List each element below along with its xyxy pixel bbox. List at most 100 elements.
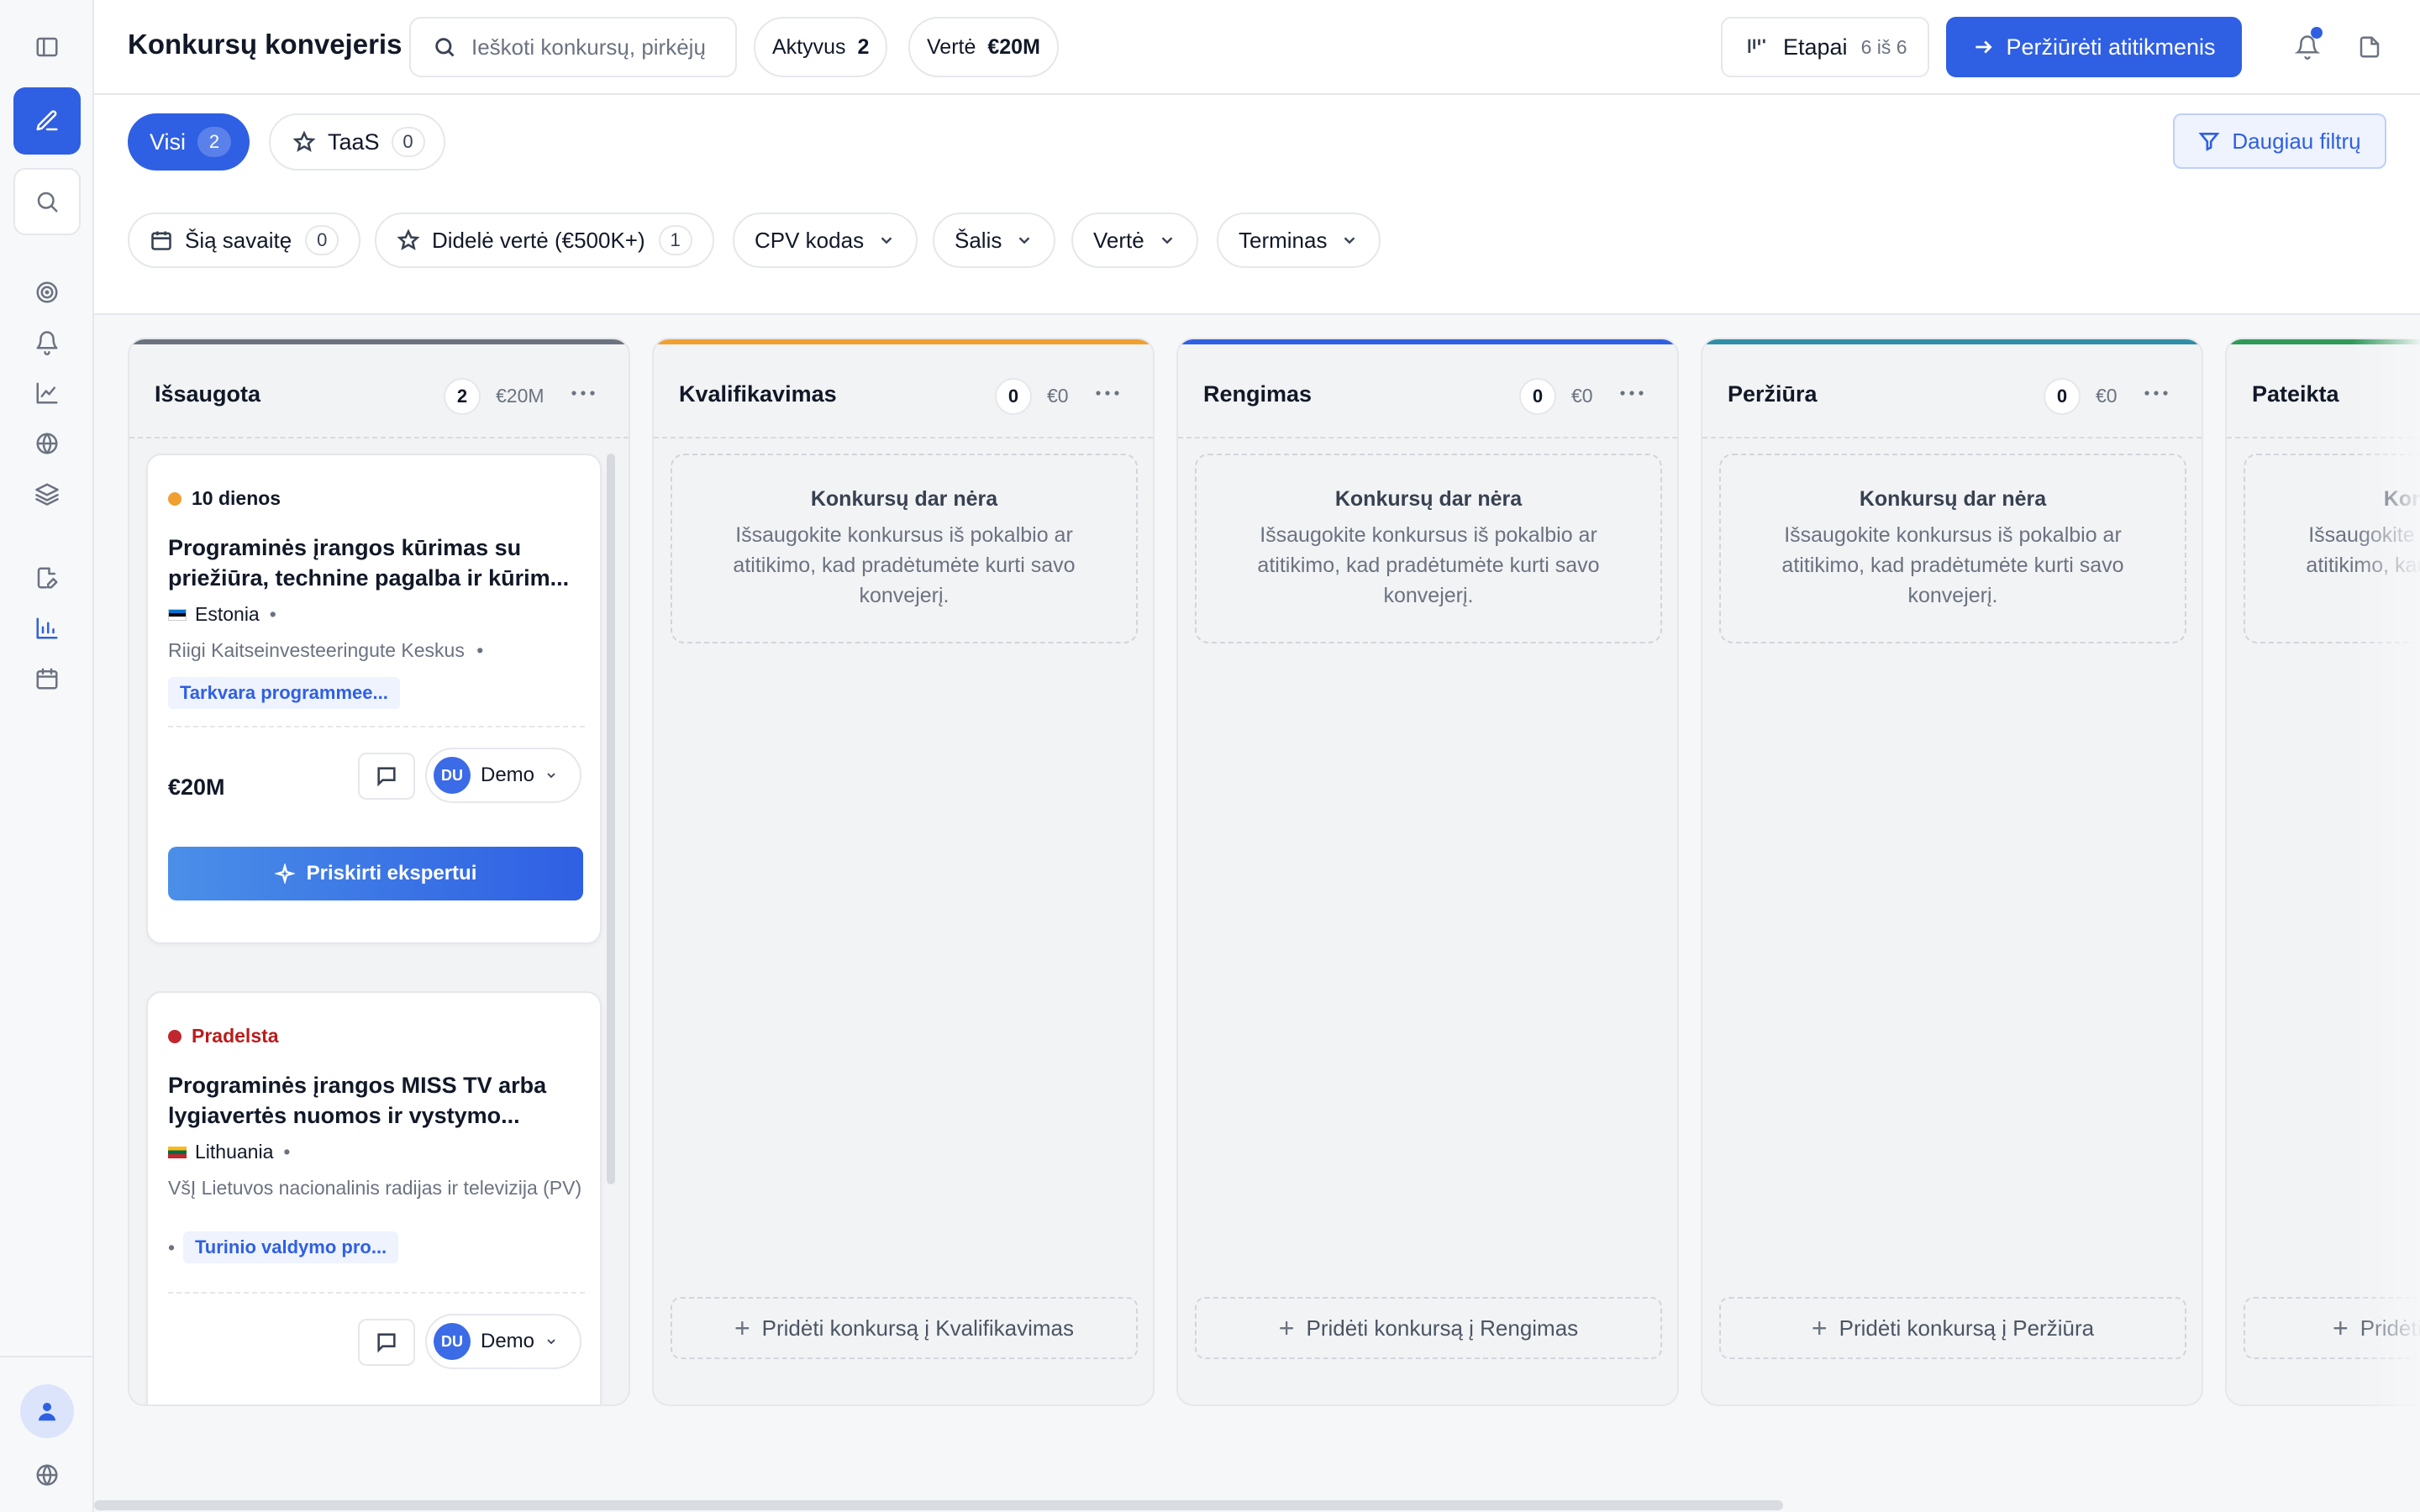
add-tender-button[interactable]: + Pridėti [2244,1297,2420,1359]
column-preparing: Rengimas 0 €0 Konkursų dar nėra Išsaugok… [1176,338,1679,1406]
search-icon [435,38,455,57]
column-menu-button[interactable] [1089,375,1126,412]
sidebar-new-chat-button[interactable] [13,87,81,155]
document-button[interactable] [2353,30,2386,64]
add-tender-button[interactable]: + Pridėti konkursą į Kvalifikavimas [671,1297,1138,1359]
chip-value[interactable]: Vertė [1071,213,1198,268]
tender-card[interactable]: 10 dienos Programinės įrangos kūrimas su… [146,454,602,944]
column-count: 2 [444,378,481,415]
comment-icon [377,1333,396,1353]
board-horizontal-scrollbar[interactable] [94,1500,1783,1510]
view-matches-label: Peržiūrėti atitikmenis [2006,34,2216,60]
tender-country: Lithuania • [168,1141,290,1163]
column-title: Išsaugota [155,381,261,407]
plus-icon: + [1278,1312,1295,1343]
country-label: Estonia [195,603,260,625]
trend-chart-icon [36,382,58,404]
search-box[interactable] [409,17,737,77]
column-header: Peržiūra 0 €0 [1702,344,2202,438]
empty-description: Išsaugokite konkursus iš pokalbio ar ati… [2306,523,2420,577]
sidebar-panel-icon [36,37,58,57]
column-count: 0 [995,378,1032,415]
more-filters-label: Daugiau filtrų [2232,128,2361,154]
empty-title: Konkursų dar nėra [1334,487,1523,511]
tender-title[interactable]: Programinės įrangos MISS TV arba lygiave… [168,1070,588,1131]
estonia-flag-icon [168,608,187,621]
add-tender-button[interactable]: + Pridėti konkursą į Peržiūra [1719,1297,2186,1359]
tender-title[interactable]: Programinės įrangos kūrimas su priežiūra… [168,533,588,593]
value-label: Vertė [927,34,976,59]
empty-description: Išsaugokite konkursus iš pokalbio ar ati… [733,523,1076,607]
chip-high-value[interactable]: Didelė vertė (€500K+) 1 [375,213,714,268]
separator-dot: • [476,639,484,661]
column-menu-button[interactable] [1613,375,1650,412]
chevron-down-icon [547,773,555,779]
empty-title: Konkursų dar nėra [2383,487,2420,511]
chip-cpv-code[interactable]: CPV kodas [733,213,918,268]
tender-card[interactable]: Pradelsta Programinės įrangos MISS TV ar… [146,991,602,1404]
chip-count: 1 [658,225,692,255]
star-icon [292,130,316,152]
more-horizontal-icon [1620,391,1644,396]
filter-icon [2198,133,2220,151]
column-title: Rengimas [1203,381,1313,407]
column-header: Kvalifikavimas 0 €0 [654,344,1153,438]
sidebar-divider [0,1356,94,1357]
stages-button[interactable]: Etapai 6 iš 6 [1721,17,1929,77]
active-count: 2 [857,34,870,59]
chip-this-week[interactable]: Šią savaitę 0 [128,213,361,268]
column-review: Peržiūra 0 €0 Konkursų dar nėra Išsaugok… [1701,338,2203,1406]
plus-icon: + [2333,1312,2349,1343]
assignee-select[interactable]: DU Demo [425,748,581,803]
status-label: 10 dienos [192,487,281,509]
sidebar-toggle-button[interactable] [13,13,81,81]
comment-button[interactable] [358,753,415,800]
globe-icon [36,433,58,454]
tab-label: Visi [150,129,187,155]
search-input[interactable] [471,34,723,60]
calendar-icon [36,668,58,690]
sidebar-language-button[interactable] [13,1441,81,1509]
tender-buyer: VšĮ Lietuvos nacionalinis radijas ir tel… [168,1177,582,1199]
chip-label: Didelė vertė (€500K+) [432,227,645,253]
tab-taas[interactable]: TaaS 0 [269,113,445,171]
chip-count: 0 [305,225,339,255]
add-tender-button[interactable]: + Pridėti konkursą į Rengimas [1195,1297,1662,1359]
assignee-name: Demo [481,1330,535,1352]
tab-count: 0 [391,127,425,157]
column-count: 0 [2044,378,2081,415]
arrow-right-icon [1975,40,1993,54]
assignee-avatar: DU [434,757,471,794]
column-value: €20M [496,385,544,407]
user-avatar[interactable] [20,1384,74,1438]
assignee-select[interactable]: DU Demo [425,1314,581,1369]
sidebar-search-button[interactable] [13,168,81,235]
more-filters-button[interactable]: Daugiau filtrų [2173,113,2386,169]
notifications-button[interactable] [2291,27,2324,64]
tab-all[interactable]: Visi 2 [128,113,250,171]
card-divider [168,726,585,727]
chip-label: Šalis [955,227,1002,253]
bell-icon [36,331,58,355]
total-value-pill: Vertė €20M [908,17,1059,77]
kanban-icon [1748,39,1765,53]
stages-label: Etapai [1783,34,1848,60]
column-menu-button[interactable] [2138,375,2175,412]
status-dot [168,1029,182,1043]
assign-expert-button[interactable]: Priskirti ekspertui [168,847,583,900]
sidebar-layers-button[interactable] [13,460,81,528]
chip-country[interactable]: Šalis [933,213,1056,268]
chip-deadline[interactable]: Terminas [1217,213,1381,268]
view-matches-button[interactable]: Peržiūrėti atitikmenis [1946,17,2242,77]
column-menu-button[interactable] [565,375,602,412]
column-scrollbar[interactable] [607,454,615,1184]
sidebar-calendar-button[interactable] [13,645,81,712]
filters-bar: Visi 2 TaaS 0 Daugiau filtrų Šią savaitę… [94,95,2420,315]
column-value: €0 [1571,385,1593,407]
file-edit-icon [37,567,58,589]
search-icon [37,192,58,213]
comment-button[interactable] [358,1319,415,1366]
assign-label: Priskirti ekspertui [306,862,477,885]
more-horizontal-icon [571,391,595,396]
tender-value: €20M [168,774,225,800]
